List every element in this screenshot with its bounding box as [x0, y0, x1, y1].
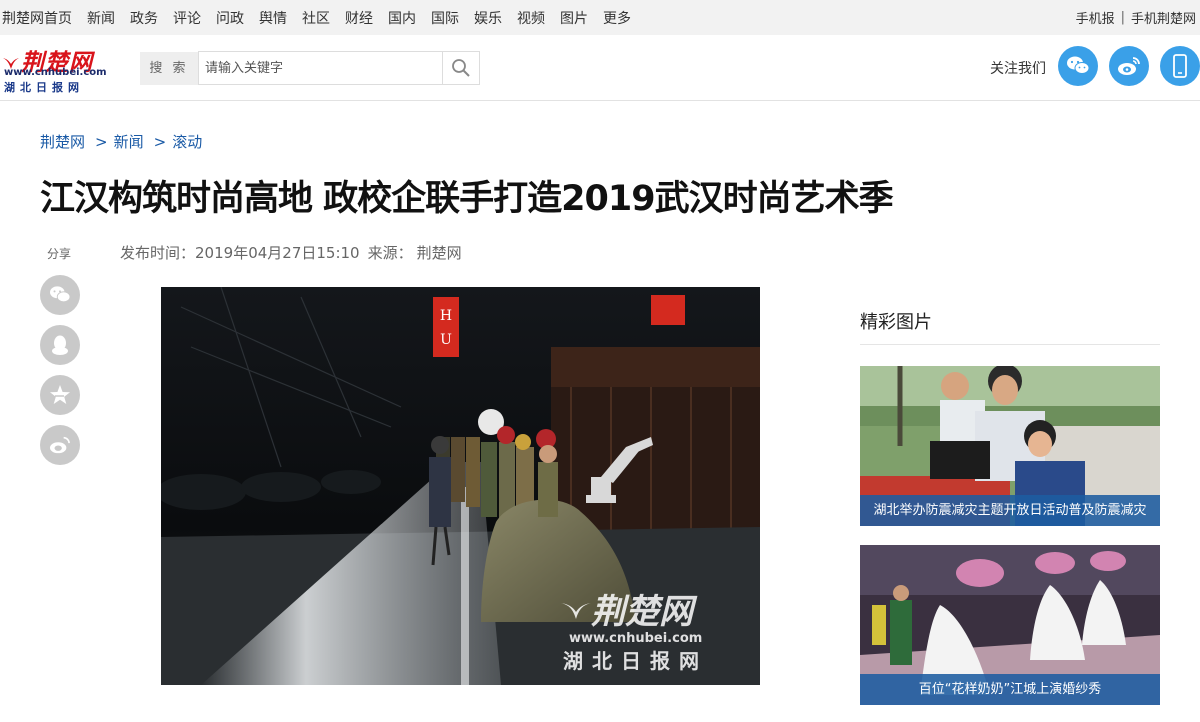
logo-subtitle: 湖北日报网	[4, 81, 84, 94]
top-right-links: 手机报 | 手机荆楚网	[1076, 0, 1196, 35]
site-header: 荆楚网 www.cnhubei.com 湖北日报网 搜 索 关注我们	[0, 35, 1200, 101]
topnav-item-home[interactable]: 荆楚网首页	[2, 8, 72, 28]
breadcrumb-separator: >	[153, 133, 167, 151]
mobile-newspaper-link[interactable]: 手机报	[1076, 8, 1115, 27]
follow-wechat-button[interactable]	[1058, 46, 1098, 86]
source-name: 荆楚网	[416, 244, 462, 262]
source-label: 来源：	[367, 244, 413, 262]
topnav-item-government[interactable]: 政务	[130, 8, 158, 28]
top-nav-links: 荆楚网首页 新闻 政务 评论 问政 舆情 社区 财经 国内 国际 娱乐 视频 图…	[2, 0, 646, 35]
breadcrumb-item-scroll[interactable]: 滚动	[172, 133, 202, 151]
topnav-item-inquiry[interactable]: 问政	[216, 8, 244, 28]
top-navigation-bar: 荆楚网首页 新闻 政务 评论 问政 舆情 社区 财经 国内 国际 娱乐 视频 图…	[0, 0, 1200, 35]
follow-mobile-button[interactable]	[1160, 46, 1200, 86]
breadcrumb: 荆楚网 > 新闻 > 滚动	[40, 131, 202, 152]
publish-time: 2019年04月27日15:10	[195, 244, 360, 262]
topnav-item-pictures[interactable]: 图片	[560, 8, 588, 28]
article-meta: 发布时间：2019年04月27日15:10 来源： 荆楚网	[120, 242, 470, 263]
topnav-item-finance[interactable]: 财经	[345, 8, 373, 28]
featured-picture-card[interactable]: 湖北举办防震减灾主题开放日活动普及防震减灾	[860, 366, 1160, 526]
share-label: 分享	[47, 247, 72, 261]
svg-text:H: H	[440, 308, 452, 324]
topnav-item-video[interactable]: 视频	[517, 8, 545, 28]
weibo-icon	[50, 436, 70, 454]
watermark-url: www.cnhubei.com	[569, 631, 702, 646]
topnav-item-domestic[interactable]: 国内	[388, 8, 416, 28]
publish-time-label: 发布时间：	[120, 244, 196, 262]
mobile-icon	[1173, 54, 1187, 78]
sidebar-divider	[860, 344, 1160, 345]
share-wechat-button[interactable]	[40, 275, 80, 315]
follow-us-label: 关注我们	[990, 61, 1046, 77]
fashion-runway-photo: H U 荆楚网 www.cnhubei.com 湖北日报网	[161, 287, 760, 685]
svg-text:U: U	[440, 332, 452, 348]
featured-picture-card[interactable]: 百位“花样奶奶”江城上演婚纱秀	[860, 545, 1160, 705]
search-button[interactable]	[442, 51, 480, 85]
logo-url: www.cnhubei.com	[4, 67, 107, 78]
site-logo[interactable]: 荆楚网 www.cnhubei.com 湖北日报网	[2, 43, 107, 95]
topnav-item-entertainment[interactable]: 娱乐	[474, 8, 502, 28]
watermark-subtitle: 湖北日报网	[563, 649, 708, 673]
search-input[interactable]	[198, 51, 443, 85]
topnav-item-news[interactable]: 新闻	[87, 8, 115, 28]
topnav-item-international[interactable]: 国际	[431, 8, 459, 28]
wechat-icon	[1067, 56, 1090, 74]
mobile-site-link[interactable]: 手机荆楚网	[1131, 8, 1196, 27]
article-title: 江汉构筑时尚高地 政校企联手打造2019武汉时尚艺术季	[40, 179, 894, 219]
share-weibo-button[interactable]	[40, 425, 80, 465]
featured-picture-caption: 湖北举办防震减灾主题开放日活动普及防震减灾	[860, 495, 1160, 526]
share-qq-button[interactable]	[40, 325, 80, 365]
qq-icon	[52, 335, 68, 355]
topnav-item-public-opinion[interactable]: 舆情	[259, 8, 287, 28]
follow-weibo-button[interactable]	[1109, 46, 1149, 86]
featured-picture-caption: 百位“花样奶奶”江城上演婚纱秀	[860, 674, 1160, 705]
share-qzone-button[interactable]	[40, 375, 80, 415]
topnav-item-comment[interactable]: 评论	[173, 8, 201, 28]
topnav-item-more[interactable]: 更多	[603, 8, 631, 28]
topnav-item-community[interactable]: 社区	[302, 8, 330, 28]
article-main-image: H U 荆楚网 www.cnhubei.com 湖北日报网	[161, 287, 760, 685]
wechat-icon	[50, 286, 71, 303]
weibo-icon	[1118, 57, 1140, 75]
search-icon	[452, 59, 470, 77]
watermark-name: 荆楚网	[591, 592, 698, 632]
breadcrumb-separator: >	[95, 133, 108, 151]
breadcrumb-item-news[interactable]: 新闻	[114, 133, 144, 151]
featured-pictures-title: 精彩图片	[860, 312, 932, 333]
top-links-separator: |	[1120, 10, 1125, 25]
search-label: 搜 索	[140, 52, 198, 85]
qzone-star-icon	[50, 385, 70, 404]
breadcrumb-item-jingchu[interactable]: 荆楚网	[40, 133, 85, 151]
